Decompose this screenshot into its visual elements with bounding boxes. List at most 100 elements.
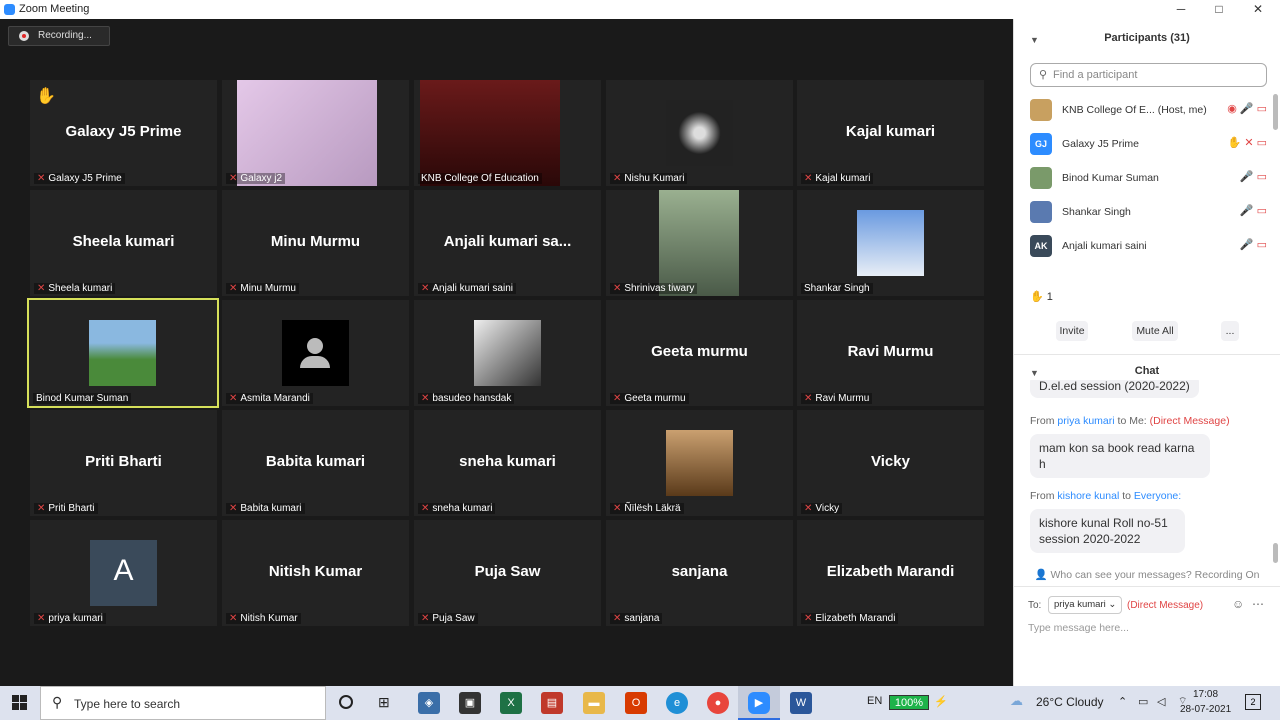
participant-video [237,80,377,186]
invite-button[interactable]: Invite [1056,321,1088,341]
video-tile[interactable]: Anjali kumari sa... ✕ Anjali kumari saini [414,190,601,296]
more-icon[interactable]: ⋯ [1252,597,1264,611]
muted-mic-icon: ✕ [613,173,622,184]
muted-mic-icon: ✕ [229,283,238,294]
video-tile[interactable]: sneha kumari ✕ sneha kumari [414,410,601,516]
participant-name-label: ✕ sneha kumari [418,503,496,514]
participant-name: Binod Kumar Suman [1062,172,1159,184]
chat-title: Chat [1134,365,1160,377]
app-red-icon[interactable]: ▤ [541,692,563,714]
recipient-dropdown[interactable]: priya kumari ⌄ [1048,596,1123,614]
divider [1014,354,1280,355]
video-tile[interactable]: sanjana ✕ sanjana [606,520,793,626]
participant-status-icons[interactable]: ✋ ✕ ▭ [1228,136,1267,149]
participant-name: Galaxy J5 Prime [1062,138,1140,150]
chevron-down-icon: ⌄ [1108,599,1117,610]
excel-icon[interactable]: X [500,692,522,714]
windows-start-icon[interactable] [12,695,28,711]
close-button[interactable]: ✕ [1238,0,1278,19]
muted-mic-icon: ✕ [613,283,622,294]
video-tile[interactable]: Nitish Kumar ✕ Nitish Kumar [222,520,409,626]
word-icon[interactable]: W [790,692,812,714]
battery-indicator[interactable]: 100% [889,695,929,710]
video-tile[interactable]: Elizabeth Marandi ✕ Elizabeth Marandi [797,520,984,626]
muted-mic-icon: ✕ [229,503,238,514]
more-options-button[interactable]: ... [1221,321,1239,341]
participant-status-icons[interactable]: 🎤 ▭ [1240,204,1267,217]
weather-text[interactable]: 26°C Cloudy [1036,695,1104,709]
video-tile[interactable]: Geeta murmu ✕ Geeta murmu [606,300,793,406]
participant-row[interactable]: Binod Kumar Suman 🎤 ▭ [1030,165,1267,191]
video-tile[interactable]: ✕ Galaxy j2 [222,80,409,186]
participant-name-label: ✕ priya kumari [34,613,106,624]
privacy-notice[interactable]: 👤 Who can see your messages? Recording O… [1014,568,1280,581]
app-icon[interactable]: ◈ [418,692,440,714]
mute-all-button[interactable]: Mute All [1132,321,1178,341]
video-tile[interactable]: KNB College Of Education [414,80,601,186]
zoom-icon[interactable]: ▶ [748,692,770,714]
task-view-icon[interactable]: ⊞ [378,694,390,711]
network-icon[interactable]: ▭ [1138,695,1148,708]
store-icon[interactable]: ▣ [459,692,481,714]
chat-scrollbar[interactable] [1273,543,1278,563]
participant-row[interactable]: Shankar Singh 🎤 ▭ [1030,199,1267,225]
participant-status-icons[interactable]: 🎤 ▭ [1240,238,1267,251]
participants-scrollbar[interactable] [1273,94,1278,130]
participant-search-input[interactable]: ⚲ Find a participant [1030,63,1267,87]
participant-video [659,190,739,296]
participant-status-icons[interactable]: 🎤 ▭ [1240,170,1267,183]
video-tile[interactable]: Shankar Singh [797,190,984,296]
record-icon [19,31,29,41]
chrome-icon[interactable]: ● [707,692,729,714]
cortana-icon[interactable] [339,695,353,709]
participant-video [89,320,156,386]
emoji-icon[interactable]: ☺ [1232,597,1244,611]
edge-icon[interactable]: e [666,692,688,714]
video-tile[interactable]: ✕ Shrinivas tiwary [606,190,793,296]
search-icon: ⚲ [52,694,63,710]
muted-mic-icon: ✕ [804,613,813,624]
video-tile[interactable]: ✕ Asmita Marandi [222,300,409,406]
participant-row[interactable]: KNB College Of E... (Host, me) ◉ 🎤 ▭ [1030,97,1267,123]
recording-indicator[interactable]: Recording... [8,26,110,46]
divider [1014,586,1280,587]
video-tile[interactable]: Babita kumari ✕ Babita kumari [222,410,409,516]
notification-center-icon[interactable]: 2 [1245,694,1261,710]
participant-status-icons[interactable]: ◉ 🎤 ▭ [1227,102,1267,115]
video-tile[interactable]: ✕ Ñïlësh Läkrä [606,410,793,516]
taskbar-search[interactable]: ⚲ Type here to search [40,686,326,720]
video-tile[interactable]: A ✕ priya kumari [30,520,217,626]
chevron-up-icon[interactable]: ⌃ [1118,695,1127,708]
file-explorer-icon[interactable]: ▬ [583,692,605,714]
office-icon[interactable]: O [625,692,647,714]
video-tile[interactable]: Ravi Murmu ✕ Ravi Murmu [797,300,984,406]
participant-name-label: ✕ Geeta murmu [610,393,689,404]
video-tile[interactable]: Minu Murmu ✕ Minu Murmu [222,190,409,296]
participants-title: Participants (31) [1104,32,1190,44]
video-tile[interactable]: Galaxy J5 Prime ✋ ✕ Galaxy J5 Prime [30,80,217,186]
participant-name-label: KNB College Of Education [418,173,542,184]
participant-row[interactable]: AK Anjali kumari saini 🎤 ▭ [1030,233,1267,259]
volume-icon[interactable]: ◁ [1157,695,1165,708]
video-tile[interactable]: Sheela kumari ✕ Sheela kumari [30,190,217,296]
video-tile[interactable]: Vicky ✕ Vicky [797,410,984,516]
clock-date[interactable]: 28-07-2021 [1180,704,1231,715]
minimize-button[interactable]: ─ [1161,0,1201,19]
video-tile[interactable]: Binod Kumar Suman [27,298,219,408]
participant-name: Shankar Singh [1062,206,1131,218]
chat-messages[interactable]: D.el.ed session (2020-2022) From priya k… [1014,380,1280,595]
video-tile[interactable]: ✕ Nishu Kumari [606,80,793,186]
video-tile[interactable]: ✕ basudeo hansdak [414,300,601,406]
video-tile[interactable]: Puja Saw ✕ Puja Saw [414,520,601,626]
participant-row[interactable]: GJ Galaxy J5 Prime ✋ ✕ ▭ [1030,131,1267,157]
video-tile[interactable]: Kajal kumari ✕ Kajal kumari [797,80,984,186]
clock-time[interactable]: 17:08 [1193,689,1218,700]
video-tile[interactable]: Priti Bharti ✕ Priti Bharti [30,410,217,516]
participant-name-label: ✕ basudeo hansdak [418,393,515,404]
participant-video [857,210,924,276]
participant-display-name: Ravi Murmu [847,343,934,360]
maximize-button[interactable]: □ [1199,0,1239,19]
message-input[interactable]: Type message here... [1028,622,1129,634]
language-indicator[interactable]: EN [867,695,882,707]
participant-name-label: ✕ Ravi Murmu [801,393,873,404]
